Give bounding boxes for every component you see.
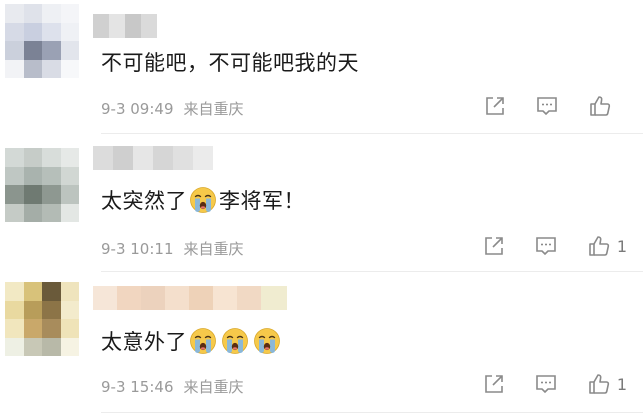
comment-meta: 9-3 15:46 来自重庆 — [101, 376, 244, 397]
comment-location: 来自重庆 — [183, 378, 244, 396]
comment-button[interactable] — [535, 235, 557, 257]
like-button[interactable]: 1 — [587, 234, 627, 258]
avatar[interactable] — [5, 4, 79, 78]
divider — [101, 133, 643, 134]
comment-item: 太突然了 李将军！ 9-3 10:11 来自重庆 1 — [0, 136, 643, 272]
comment-text-part: 太意外了 — [101, 330, 187, 354]
username-blurred[interactable] — [93, 286, 287, 310]
comment-time: 9-3 09:49 — [101, 100, 174, 118]
like-button[interactable] — [588, 94, 618, 118]
comment-icon — [537, 97, 557, 116]
comment-item: 太意外了 9-3 15:46 来自重庆 1 — [0, 272, 643, 416]
like-count: 1 — [616, 236, 627, 256]
comment-actions — [454, 94, 618, 118]
thumbs-up-icon — [589, 236, 609, 256]
comment-location: 来自重庆 — [183, 240, 244, 258]
share-icon — [486, 97, 504, 115]
comment-button[interactable] — [536, 95, 558, 117]
comment-actions: 1 — [453, 372, 627, 396]
thumbs-up-icon — [590, 96, 611, 116]
like-button[interactable]: 1 — [587, 372, 627, 396]
crying-face-emoji — [189, 327, 217, 355]
share-icon — [485, 237, 503, 255]
crying-face-emoji — [189, 186, 217, 214]
comment-text-part: 李将军！ — [219, 189, 305, 213]
share-icon — [485, 375, 503, 393]
comment-text: 太意外了 — [101, 324, 283, 358]
comment-icon — [536, 237, 556, 256]
comment-item: 不可能吧，不可能吧我的天 9-3 09:49 来自重庆 — [0, 0, 643, 136]
divider — [101, 412, 643, 413]
share-button[interactable] — [484, 95, 506, 117]
comment-meta: 9-3 09:49 来自重庆 — [101, 98, 244, 119]
avatar[interactable] — [5, 148, 79, 222]
comment-text-part: 不可能吧，不可能吧我的天 — [101, 51, 359, 75]
crying-face-emoji — [221, 327, 249, 355]
thumbs-up-icon — [589, 374, 609, 394]
crying-face-emoji — [253, 327, 281, 355]
comment-button[interactable] — [535, 373, 557, 395]
comment-actions: 1 — [453, 234, 627, 258]
comment-icon — [536, 375, 556, 394]
comment-text: 太突然了 李将军！ — [101, 184, 305, 216]
comment-text-part: 太突然了 — [101, 189, 187, 213]
comment-location: 来自重庆 — [183, 100, 244, 118]
comment-time: 9-3 15:46 — [101, 378, 174, 396]
comment-text: 不可能吧，不可能吧我的天 — [101, 46, 359, 78]
username-blurred[interactable] — [93, 146, 213, 170]
comment-time: 9-3 10:11 — [101, 240, 174, 258]
share-button[interactable] — [483, 235, 505, 257]
comment-meta: 9-3 10:11 来自重庆 — [101, 238, 244, 259]
like-count: 1 — [616, 374, 627, 394]
share-button[interactable] — [483, 373, 505, 395]
avatar[interactable] — [5, 282, 79, 356]
username-blurred[interactable] — [93, 14, 157, 38]
